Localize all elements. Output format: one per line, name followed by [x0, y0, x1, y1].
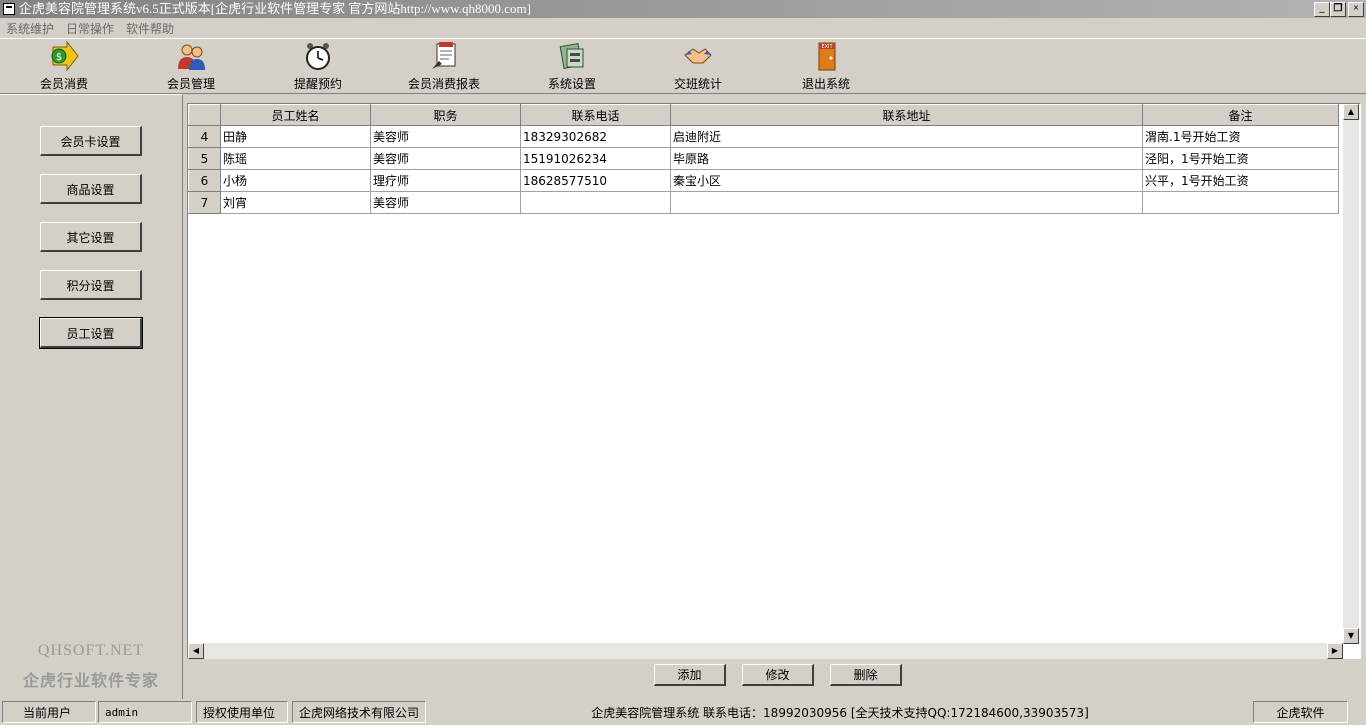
toolbar-member-management[interactable]: 会员管理 — [161, 41, 221, 91]
cell-name[interactable]: 陈瑶 — [220, 147, 371, 170]
menu-system-maintenance[interactable]: 系统维护 — [6, 20, 54, 37]
cell-name[interactable]: 小杨 — [220, 169, 371, 192]
status-info: 企虎美容院管理系统 联系电话：18992030956 [全天技术支持QQ:172… — [591, 706, 1089, 720]
table-header-row: 员工姓名 职务 联系电话 联系地址 备注 — [188, 104, 1339, 126]
status-brand: 企虎软件 — [1253, 701, 1348, 723]
row-header-corner — [188, 104, 221, 126]
toolbar-system-settings[interactable]: 系统设置 — [542, 41, 602, 91]
toolbar-label: 会员管理 — [166, 77, 215, 91]
scroll-right-icon[interactable]: ▶ — [1327, 643, 1343, 659]
toolbar-label: 退出系统 — [801, 77, 850, 91]
toolbar-label: 系统设置 — [547, 77, 596, 91]
brand-domain: QHSOFT.NET — [37, 642, 145, 659]
toolbar-label: 交班统计 — [673, 77, 722, 91]
add-button[interactable]: 添加 — [654, 664, 726, 686]
edit-button[interactable]: 修改 — [742, 664, 814, 686]
cell-position[interactable]: 美容师 — [370, 125, 521, 148]
row-number[interactable]: 5 — [188, 147, 221, 170]
svg-text:EXIT: EXIT — [821, 44, 833, 50]
users-icon — [178, 44, 205, 70]
row-number[interactable]: 7 — [188, 191, 221, 214]
svg-text:$: $ — [56, 52, 62, 63]
status-bar: 当前用户 admin 授权使用单位 企虎网络技术有限公司 企虎美容院管理系统 联… — [0, 700, 1366, 725]
column-header-name[interactable]: 员工姓名 — [220, 104, 371, 126]
vertical-scrollbar[interactable]: ▲ ▼ — [1343, 104, 1359, 644]
table-row[interactable]: 6 小杨 理疗师 18628577510 秦宝小区 兴平，1号开始工资 — [188, 169, 1339, 192]
cell-position[interactable]: 理疗师 — [370, 169, 521, 192]
toolbar-shift-stats[interactable]: 交班统计 — [668, 41, 728, 91]
cell-address[interactable]: 启迪附近 — [670, 125, 1143, 148]
column-header-address[interactable]: 联系地址 — [670, 104, 1143, 126]
cell-address[interactable] — [670, 191, 1143, 214]
cell-phone[interactable]: 15191026234 — [520, 147, 671, 170]
exit-door-icon: EXIT — [818, 42, 836, 71]
table-row[interactable]: 5 陈瑶 美容师 15191026234 毕原路 泾阳，1号开始工资 — [188, 147, 1339, 170]
staff-grid[interactable]: 员工姓名 职务 联系电话 联系地址 备注 4 田静 美容师 1832930268… — [187, 103, 1361, 659]
horizontal-scrollbar[interactable]: ◀ ▶ — [188, 643, 1343, 659]
menu-help[interactable]: 软件帮助 — [126, 20, 174, 37]
column-header-position[interactable]: 职务 — [370, 104, 521, 126]
toolbar-reminders[interactable]: 提醒预约 — [288, 41, 348, 91]
delete-button[interactable]: 删除 — [830, 664, 902, 686]
cell-remark[interactable]: 渭南.1号开始工资 — [1142, 125, 1339, 148]
sidebar-product-settings-button[interactable]: 商品设置 — [40, 174, 142, 204]
toolbar: $ 会员消费 会员管理 提醒预约 会员消费报表 系统设置 交班统计 EXIT 退… — [0, 38, 1366, 94]
cell-address[interactable]: 毕原路 — [670, 147, 1143, 170]
report-icon — [432, 42, 456, 69]
status-licensee-label: 授权使用单位 — [196, 701, 288, 723]
menu-daily-operations[interactable]: 日常操作 — [66, 20, 114, 37]
brand-slogan: 企虎行业软件专家 — [22, 673, 159, 690]
table-row[interactable]: 7 刘宵 美容师 — [188, 191, 1339, 214]
minimize-button[interactable]: _ — [1314, 2, 1330, 17]
alarm-clock-icon — [306, 43, 330, 70]
handshake-icon — [684, 48, 712, 64]
dollar-arrow-icon: $ — [51, 41, 79, 71]
cell-remark[interactable] — [1142, 191, 1339, 214]
cell-phone[interactable]: 18329302682 — [520, 125, 671, 148]
column-header-phone[interactable]: 联系电话 — [520, 104, 671, 126]
sidebar-staff-settings-button[interactable]: 员工设置 — [39, 317, 143, 349]
toolbar-member-consume[interactable]: $ 会员消费 — [34, 41, 94, 91]
status-user-label: 当前用户 — [2, 701, 96, 723]
settings-icon — [559, 43, 584, 69]
cell-position[interactable]: 美容师 — [370, 147, 521, 170]
cell-name[interactable]: 刘宵 — [220, 191, 371, 214]
cell-remark[interactable]: 泾阳，1号开始工资 — [1142, 147, 1339, 170]
cell-position[interactable]: 美容师 — [370, 191, 521, 214]
cell-phone[interactable]: 18628577510 — [520, 169, 671, 192]
scroll-up-icon[interactable]: ▲ — [1343, 104, 1359, 120]
title-bar: 企虎美容院管理系统v6.5正式版本[企虎行业软件管理专家 官方网站http://… — [0, 0, 1366, 18]
close-button[interactable]: × — [1348, 2, 1364, 17]
restore-button[interactable]: ❐ — [1330, 2, 1346, 17]
sidebar-card-settings-button[interactable]: 会员卡设置 — [40, 126, 142, 156]
app-icon[interactable] — [3, 3, 15, 15]
window-title: 企虎美容院管理系统v6.5正式版本[企虎行业软件管理专家 官方网站http://… — [19, 1, 531, 16]
toolbar-label: 会员消费 — [39, 77, 88, 91]
table-row[interactable]: 4 田静 美容师 18329302682 启迪附近 渭南.1号开始工资 — [188, 125, 1339, 148]
toolbar-label: 提醒预约 — [293, 77, 342, 91]
menu-bar: 系统维护 日常操作 软件帮助 — [0, 18, 1366, 38]
scroll-down-icon[interactable]: ▼ — [1343, 628, 1359, 644]
cell-phone[interactable] — [520, 191, 671, 214]
column-header-remark[interactable]: 备注 — [1142, 104, 1339, 126]
sidebar-other-settings-button[interactable]: 其它设置 — [40, 222, 142, 252]
cell-name[interactable]: 田静 — [220, 125, 371, 148]
row-number[interactable]: 4 — [188, 125, 221, 148]
status-user-value: admin — [98, 701, 192, 723]
toolbar-exit[interactable]: EXIT 退出系统 — [796, 41, 856, 91]
row-number[interactable]: 6 — [188, 169, 221, 192]
scroll-left-icon[interactable]: ◀ — [188, 643, 204, 659]
staff-table: 员工姓名 职务 联系电话 联系地址 备注 4 田静 美容师 1832930268… — [188, 104, 1339, 214]
cell-remark[interactable]: 兴平，1号开始工资 — [1142, 169, 1339, 192]
sidebar-points-settings-button[interactable]: 积分设置 — [40, 270, 142, 300]
sidebar: 会员卡设置 商品设置 其它设置 积分设置 员工设置 — [0, 94, 183, 699]
toolbar-consume-report[interactable]: 会员消费报表 — [404, 41, 484, 91]
cell-address[interactable]: 秦宝小区 — [670, 169, 1143, 192]
toolbar-label: 会员消费报表 — [407, 77, 480, 91]
status-licensee-value: 企虎网络技术有限公司 — [292, 701, 426, 723]
